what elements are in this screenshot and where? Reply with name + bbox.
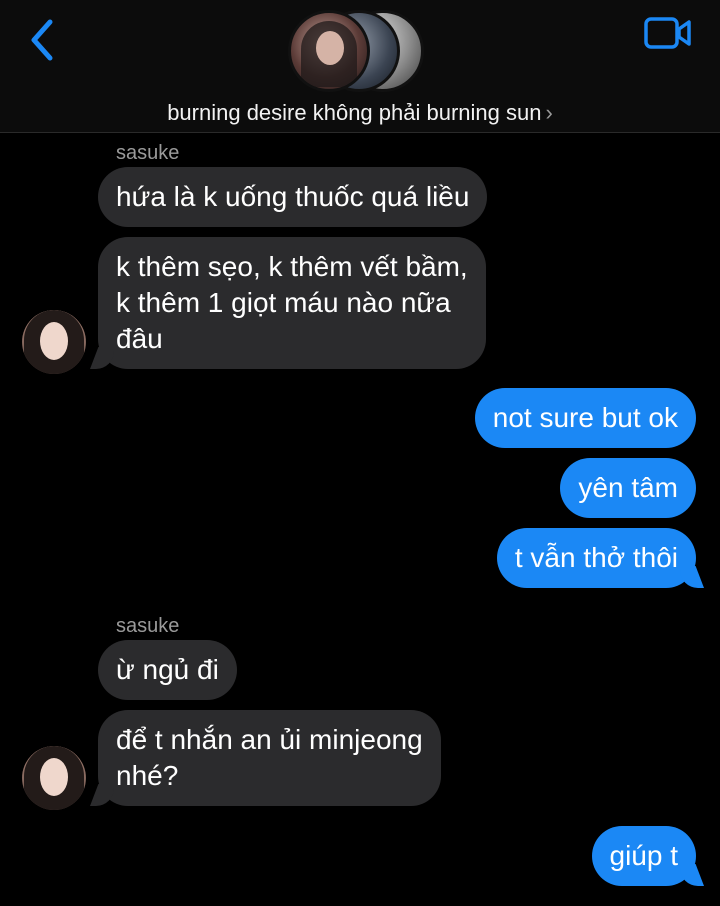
conversation-header: burning desire không phải burning sun › bbox=[0, 0, 720, 133]
back-chevron-icon[interactable] bbox=[26, 18, 60, 62]
chevron-right-icon: › bbox=[545, 100, 553, 125]
group-title[interactable]: burning desire không phải burning sun › bbox=[0, 100, 720, 126]
sender-name: sasuke bbox=[116, 142, 180, 164]
outgoing-message[interactable]: t vẫn thở thôi bbox=[496, 528, 696, 588]
sender-avatar[interactable] bbox=[22, 746, 86, 810]
outgoing-message[interactable]: yên tâm bbox=[560, 458, 696, 518]
incoming-message[interactable]: hứa là k uống thuốc quá liều bbox=[98, 167, 488, 227]
group-avatars[interactable] bbox=[288, 10, 430, 92]
sender-name: sasuke bbox=[116, 615, 180, 637]
outgoing-message[interactable]: not sure but ok bbox=[474, 388, 696, 448]
video-camera-icon[interactable] bbox=[644, 16, 692, 50]
incoming-message[interactable]: ừ ngủ đi bbox=[98, 640, 237, 700]
group-name: burning desire không phải burning sun bbox=[167, 100, 542, 125]
incoming-message[interactable]: k thêm sẹo, k thêm vết bầm, k thêm 1 giọ… bbox=[98, 237, 486, 369]
incoming-message[interactable]: để t nhắn an ủi minjeong nhé? bbox=[98, 710, 441, 806]
group-avatar-1 bbox=[288, 10, 370, 92]
sender-avatar[interactable] bbox=[22, 310, 86, 374]
outgoing-message[interactable]: giúp t bbox=[591, 826, 696, 886]
